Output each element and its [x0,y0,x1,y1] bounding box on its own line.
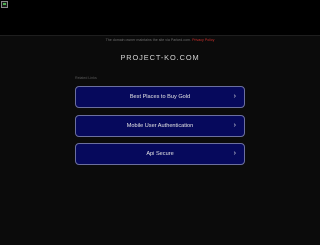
privacy-policy-link[interactable]: Privacy Policy [192,38,214,42]
related-link-button[interactable]: Best Places to Buy Gold › [75,86,245,108]
notice-text: The domain owner maintains the site via … [105,38,192,42]
domain-notice: The domain owner maintains the site via … [0,38,320,43]
related-links-label: Related Links [75,76,97,80]
link-label: Best Places to Buy Gold [129,94,191,100]
domain-title: PROJECT-KO.COM [120,53,200,62]
link-label: Mobile User Authentication [126,123,194,129]
broken-image-icon [1,1,8,8]
chevron-right-icon: › [233,150,236,157]
chevron-right-icon: › [233,93,236,100]
link-label: Api Secure [146,151,174,157]
related-link-button[interactable]: Api Secure › [75,143,245,165]
top-banner [0,0,320,36]
chevron-right-icon: › [233,122,236,129]
related-link-button[interactable]: Mobile User Authentication › [75,115,245,137]
